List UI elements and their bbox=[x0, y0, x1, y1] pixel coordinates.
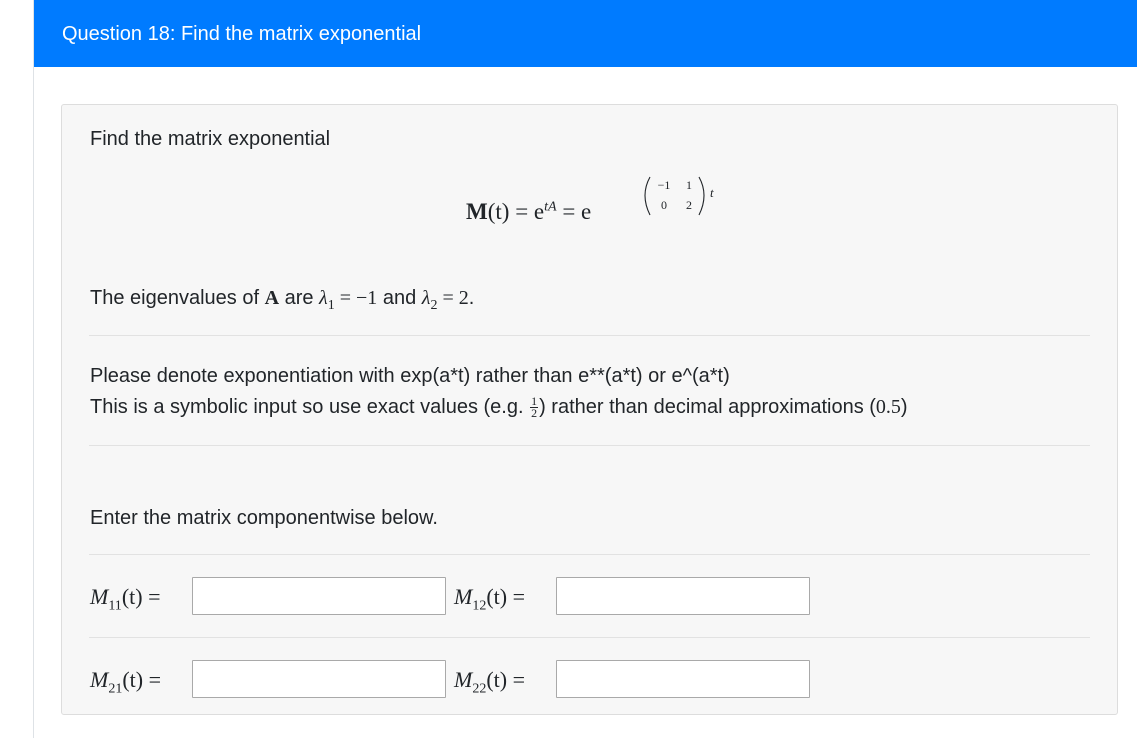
input-M11[interactable] bbox=[192, 577, 446, 615]
question-header: Question 18: Find the matrix exponential bbox=[34, 0, 1137, 67]
input-M22[interactable] bbox=[556, 660, 810, 698]
input-M21[interactable] bbox=[192, 660, 446, 698]
label-M22: M22(t) = bbox=[454, 667, 526, 697]
exact-values-note: This is a symbolic input so use exact va… bbox=[90, 394, 908, 421]
label-M21: M21(t) = bbox=[90, 667, 162, 697]
componentwise-instruction: Enter the matrix componentwise below. bbox=[90, 507, 438, 529]
divider bbox=[89, 554, 1090, 555]
input-M12[interactable] bbox=[556, 577, 810, 615]
divider bbox=[89, 335, 1090, 336]
exponent-t: t bbox=[710, 185, 714, 200]
page-left-border bbox=[33, 0, 34, 738]
exponent-tA: tA bbox=[544, 199, 557, 215]
matrix-a11: −1 bbox=[658, 178, 671, 192]
label-M12: M12(t) = bbox=[454, 584, 526, 614]
question-title: Question 18: Find the matrix exponential bbox=[62, 23, 422, 45]
divider bbox=[89, 445, 1090, 446]
matrix-M-symbol: M bbox=[466, 199, 488, 224]
problem-intro: Find the matrix exponential bbox=[90, 128, 331, 150]
one-half-fraction: 12 bbox=[530, 394, 539, 421]
matrix-a22: 2 bbox=[686, 198, 692, 212]
divider bbox=[89, 637, 1090, 638]
matrix-a12: 1 bbox=[686, 178, 692, 192]
exp-notation-note: Please denote exponentiation with exp(a*… bbox=[90, 365, 730, 387]
matrix-a21: 0 bbox=[661, 198, 667, 212]
exponent-matrix: −1 1 0 2 t bbox=[644, 176, 714, 216]
label-M11: M11(t) = bbox=[90, 584, 161, 614]
eigenvalues-statement: The eigenvalues of A are λ1 = −1 and λ2 … bbox=[90, 287, 475, 313]
